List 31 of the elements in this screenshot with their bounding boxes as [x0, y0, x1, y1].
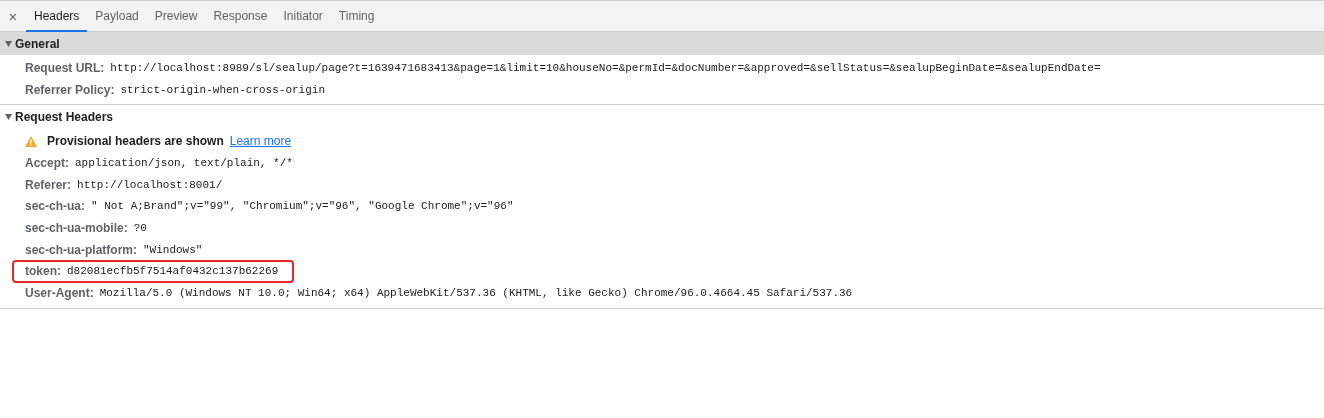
warning-text: Provisional headers are shown — [47, 134, 224, 149]
header-name: sec-ch-ua-platform: — [25, 242, 137, 257]
tab[interactable]: Initiator — [275, 1, 331, 32]
header-name: Referrer Policy: — [25, 82, 115, 97]
header-value: application/json, text/plain, */* — [75, 156, 293, 169]
close-button[interactable]: × — [0, 1, 26, 31]
header-name: Referer: — [25, 177, 72, 192]
header-value: d82081ecfb5f7514af0432c137b62269 — [67, 265, 279, 277]
header-value: strict-origin-when-cross-origin — [120, 83, 325, 96]
warning-icon — [25, 135, 37, 147]
header-name: Request URL: — [25, 60, 105, 75]
header-value: "Windows" — [143, 243, 203, 256]
header-name: sec-ch-ua-mobile: — [25, 220, 128, 235]
header-name: Accept: — [25, 155, 69, 170]
header-value: http://localhost:8001/ — [77, 178, 223, 191]
tab[interactable]: Payload — [87, 1, 147, 32]
tab[interactable]: Response — [205, 1, 276, 32]
tab[interactable]: Preview — [146, 1, 206, 32]
header-name: User-Agent: — [25, 286, 94, 301]
section-header[interactable]: General — [0, 32, 1324, 55]
header-value: " Not A;Brand";v="99", "Chromium";v="96", "Google Chrome";v="96" — [91, 200, 514, 213]
header-name: token: — [25, 264, 61, 278]
header-value: Mozilla/5.0 (Windows NT 10.0; Win64; x64) AppleWebKit/537.36 (KHTML, like Gecko) Chrome/96.0.4664.45 Safari/537.36 — [99, 287, 853, 300]
learn-more-link[interactable]: Learn more — [229, 134, 292, 149]
header-value: ?0 — [133, 221, 147, 234]
header-value: http://localhost:8989/sl/sealup/page?t=1639471683413&page=1&limit=10&houseNo=&permId=&docNumber=&approved=&sellStatus=&sealupBeginDate=&sealupEndDate= — [110, 61, 1101, 74]
triangle-icon — [5, 40, 12, 47]
section-header[interactable]: Request Headers — [0, 105, 1324, 129]
header-name: sec-ch-ua: — [25, 199, 86, 214]
triangle-icon — [5, 113, 12, 120]
tab[interactable]: Timing — [330, 1, 383, 32]
